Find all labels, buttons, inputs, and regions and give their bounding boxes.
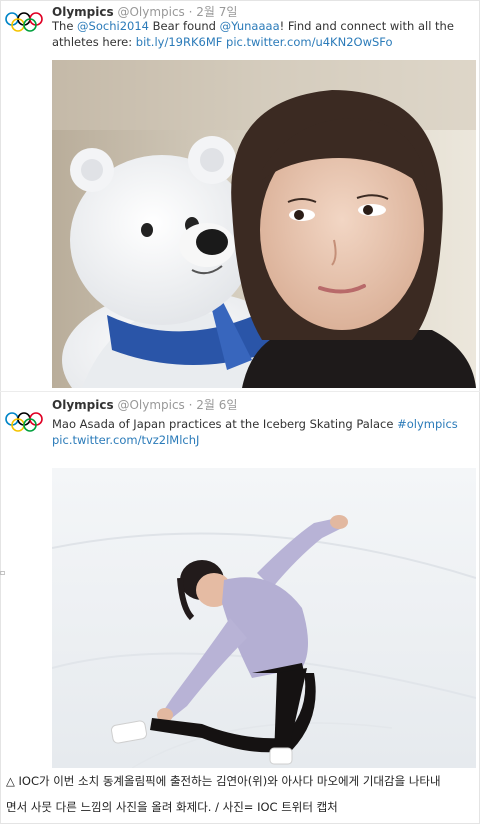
olympic-rings-icon[interactable] — [4, 10, 44, 34]
mention-sochi2014[interactable]: @Sochi2014 — [77, 19, 149, 33]
pic-link[interactable]: pic.twitter.com/u4KN2OwSFo — [226, 35, 393, 49]
author-name[interactable]: Olympics — [52, 5, 114, 19]
tweet-2: Olympics @Olympics · 2월 6일 Mao Asada of … — [0, 392, 480, 768]
caption-line-1: △ IOC가 이번 소치 동계올림픽에 출전하는 김연아(위)와 아사다 마오에… — [6, 774, 441, 788]
side-marker: ▫ — [0, 568, 6, 577]
tweet-text-part: Bear found — [148, 19, 220, 33]
tweet-text: Mao Asada of Japan practices at the Iceb… — [52, 416, 464, 448]
tweet-header: Olympics @Olympics · 2월 6일 — [52, 398, 238, 412]
tweet-text-part: The — [52, 19, 78, 33]
caption-line-2: 면서 사뭇 다른 느낌의 사진을 올려 화제다. / 사진= IOC 트위터 캡… — [6, 800, 338, 814]
short-link[interactable]: bit.ly/19RK6MF — [136, 35, 223, 49]
hashtag-olympics[interactable]: #olympics — [397, 417, 458, 431]
pic-link[interactable]: pic.twitter.com/tvz2lMlchJ — [52, 433, 199, 447]
tweet-photo-skater[interactable] — [52, 468, 476, 768]
mention-yunaaaa[interactable]: @Yunaaaa — [220, 19, 280, 33]
olympic-rings-icon[interactable] — [4, 410, 44, 434]
tweet-photo-bear-selfie[interactable] — [52, 60, 476, 388]
tweet-date[interactable]: 2월 7일 — [196, 5, 237, 19]
tweet-text: The @Sochi2014 Bear found @Yunaaaa! Find… — [52, 18, 464, 50]
photo-caption: △ IOC가 이번 소치 동계올림픽에 출전하는 김연아(위)와 아사다 마오에… — [6, 768, 474, 820]
tweet-1: Olympics @Olympics · 2월 7일 The @Sochi201… — [0, 0, 480, 390]
author-name[interactable]: Olympics — [52, 398, 114, 412]
tweet-text-part: Mao Asada of Japan practices at the Iceb… — [52, 417, 398, 431]
author-handle[interactable]: @Olympics — [117, 398, 184, 412]
author-handle[interactable]: @Olympics — [117, 5, 184, 19]
tweet-date[interactable]: 2월 6일 — [196, 398, 237, 412]
